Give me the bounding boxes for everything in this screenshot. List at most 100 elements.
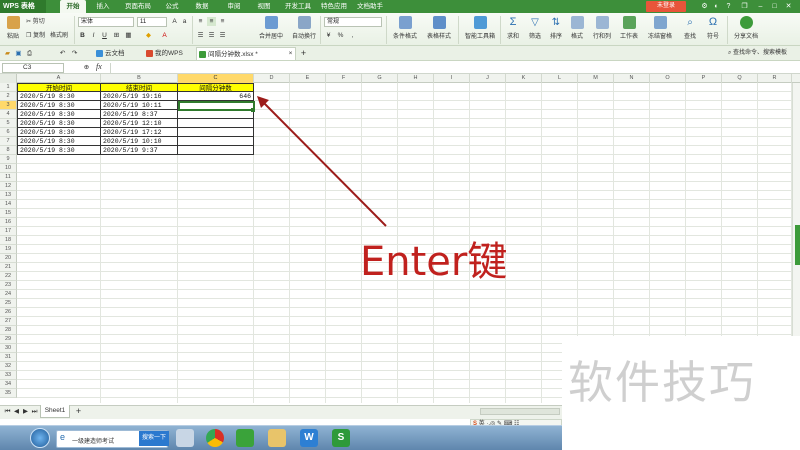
- row-header[interactable]: 18: [0, 236, 17, 245]
- row-header[interactable]: 14: [0, 200, 17, 209]
- cell-end-time[interactable]: 2020/5/19 10:11: [101, 101, 178, 110]
- align-left-icon[interactable]: ☰: [196, 31, 205, 40]
- fill-color-icon[interactable]: ◆: [144, 31, 153, 40]
- merge-small-icon[interactable]: ▦: [124, 31, 133, 40]
- wps-writer-icon[interactable]: W: [300, 429, 318, 447]
- row-header[interactable]: 34: [0, 380, 17, 389]
- start-button[interactable]: [30, 428, 50, 448]
- row-header[interactable]: 28: [0, 326, 17, 335]
- cell-start-time[interactable]: 2020/5/19 8:30: [17, 119, 101, 128]
- prev-sheet-icon[interactable]: ◀: [12, 407, 21, 416]
- font-grow-icon[interactable]: A: [170, 17, 179, 26]
- sheet-tab-sheet1[interactable]: Sheet1: [40, 405, 70, 418]
- underline-button[interactable]: U: [100, 31, 109, 40]
- column-header[interactable]: H: [398, 74, 434, 83]
- font-shrink-icon[interactable]: a: [180, 17, 189, 26]
- open-folder-icon[interactable]: ▰: [3, 49, 12, 58]
- row-header[interactable]: 35: [0, 389, 17, 398]
- cell-interval-minutes[interactable]: [178, 128, 254, 137]
- column-header[interactable]: B: [101, 74, 178, 83]
- undo-icon[interactable]: ↶: [58, 49, 67, 58]
- column-header[interactable]: G: [362, 74, 398, 83]
- login-button[interactable]: 未登录: [646, 1, 686, 12]
- row-header[interactable]: 6: [0, 128, 17, 137]
- menu-data[interactable]: 数据: [190, 0, 214, 13]
- row-header[interactable]: 20: [0, 254, 17, 263]
- wrap-text-button[interactable]: 自动换行: [289, 15, 319, 45]
- font-size-select[interactable]: 11: [137, 17, 167, 27]
- worksheet-button[interactable]: 工作表: [617, 15, 641, 45]
- cell-end-time[interactable]: 2020/5/19 12:10: [101, 119, 178, 128]
- row-header[interactable]: 29: [0, 335, 17, 344]
- merge-center-button[interactable]: 合并居中: [256, 15, 286, 45]
- cell-start-time[interactable]: 2020/5/19 8:30: [17, 101, 101, 110]
- column-header[interactable]: N: [614, 74, 650, 83]
- scrollbar-thumb[interactable]: [795, 225, 800, 265]
- symbol-button[interactable]: Ω 符号: [702, 15, 724, 45]
- percent-icon[interactable]: %: [336, 31, 345, 40]
- row-header[interactable]: 31: [0, 353, 17, 362]
- share-doc-button[interactable]: 分享文档: [731, 15, 761, 45]
- italic-button[interactable]: I: [89, 31, 98, 40]
- column-header[interactable]: O: [650, 74, 686, 83]
- settings-icon[interactable]: ⚙: [700, 1, 709, 12]
- close-tab-icon[interactable]: ×: [286, 49, 295, 58]
- paste-button[interactable]: 粘贴: [3, 15, 23, 45]
- zoom-icon[interactable]: ⊕: [82, 63, 91, 72]
- ie-green-icon[interactable]: [236, 429, 254, 447]
- column-header[interactable]: L: [542, 74, 578, 83]
- table-style-button[interactable]: 表格样式: [423, 15, 455, 45]
- row-header[interactable]: 2: [0, 92, 17, 101]
- cell-end-time[interactable]: 2020/5/19 17:12: [101, 128, 178, 137]
- row-header[interactable]: 25: [0, 299, 17, 308]
- number-format-select[interactable]: 常规: [324, 17, 382, 27]
- row-header[interactable]: 32: [0, 362, 17, 371]
- sort-button[interactable]: ⇅ 排序: [546, 15, 566, 45]
- redo-icon[interactable]: ↷: [70, 49, 79, 58]
- row-header[interactable]: 27: [0, 317, 17, 326]
- chrome-icon[interactable]: [206, 429, 224, 447]
- save-icon[interactable]: ▣: [14, 49, 23, 58]
- horizontal-scrollbar[interactable]: [480, 408, 560, 415]
- row-header[interactable]: 22: [0, 272, 17, 281]
- copy-button[interactable]: ❐ 复制: [26, 31, 45, 41]
- last-sheet-icon[interactable]: ⏭: [30, 407, 39, 416]
- cell-start-time[interactable]: 2020/5/19 8:30: [17, 137, 101, 146]
- row-header[interactable]: 30: [0, 344, 17, 353]
- menu-special[interactable]: 特色应用: [318, 0, 350, 13]
- formula-input[interactable]: [110, 63, 798, 73]
- cell-end-time[interactable]: 2020/5/19 10:10: [101, 137, 178, 146]
- font-color-icon[interactable]: A: [160, 31, 169, 40]
- add-sheet-icon[interactable]: +: [74, 407, 83, 416]
- cell-start-time[interactable]: 2020/5/19 8:30: [17, 110, 101, 119]
- column-header[interactable]: I: [434, 74, 470, 83]
- column-header[interactable]: P: [686, 74, 722, 83]
- row-header[interactable]: 1: [0, 83, 17, 92]
- column-header[interactable]: E: [290, 74, 326, 83]
- tab-my-wps[interactable]: 我的WPS: [144, 47, 192, 60]
- tab-current-workbook[interactable]: 间隔分钟数.xlsx *: [196, 47, 296, 60]
- bold-button[interactable]: B: [78, 31, 87, 40]
- sum-button[interactable]: Σ 求和: [503, 15, 523, 45]
- cell-start-time[interactable]: 2020/5/19 8:30: [17, 128, 101, 137]
- row-header[interactable]: 33: [0, 371, 17, 380]
- smart-toolbox-button[interactable]: 智能工具箱: [462, 15, 498, 45]
- column-header[interactable]: Q: [722, 74, 758, 83]
- align-middle-icon[interactable]: ≡: [207, 17, 216, 26]
- cell-interval-minutes[interactable]: 646: [178, 92, 254, 101]
- row-col-button[interactable]: 行和列: [590, 15, 614, 45]
- folder-icon[interactable]: [268, 429, 286, 447]
- menu-insert[interactable]: 插入: [90, 0, 116, 13]
- next-sheet-icon[interactable]: ▶: [21, 407, 30, 416]
- maximize-icon[interactable]: □: [770, 1, 779, 12]
- first-sheet-icon[interactable]: ⏮: [3, 407, 12, 416]
- close-icon[interactable]: ✕: [784, 1, 793, 12]
- header-cell-end-time[interactable]: 结束时间: [101, 83, 178, 92]
- row-header[interactable]: 23: [0, 281, 17, 290]
- active-cell-c3[interactable]: [178, 101, 255, 111]
- help-icon[interactable]: ?: [724, 1, 733, 12]
- minimize-icon[interactable]: –: [756, 1, 765, 12]
- row-header[interactable]: 26: [0, 308, 17, 317]
- menu-doc-helper[interactable]: 文档助手: [354, 0, 386, 13]
- align-top-icon[interactable]: ≡: [196, 17, 205, 26]
